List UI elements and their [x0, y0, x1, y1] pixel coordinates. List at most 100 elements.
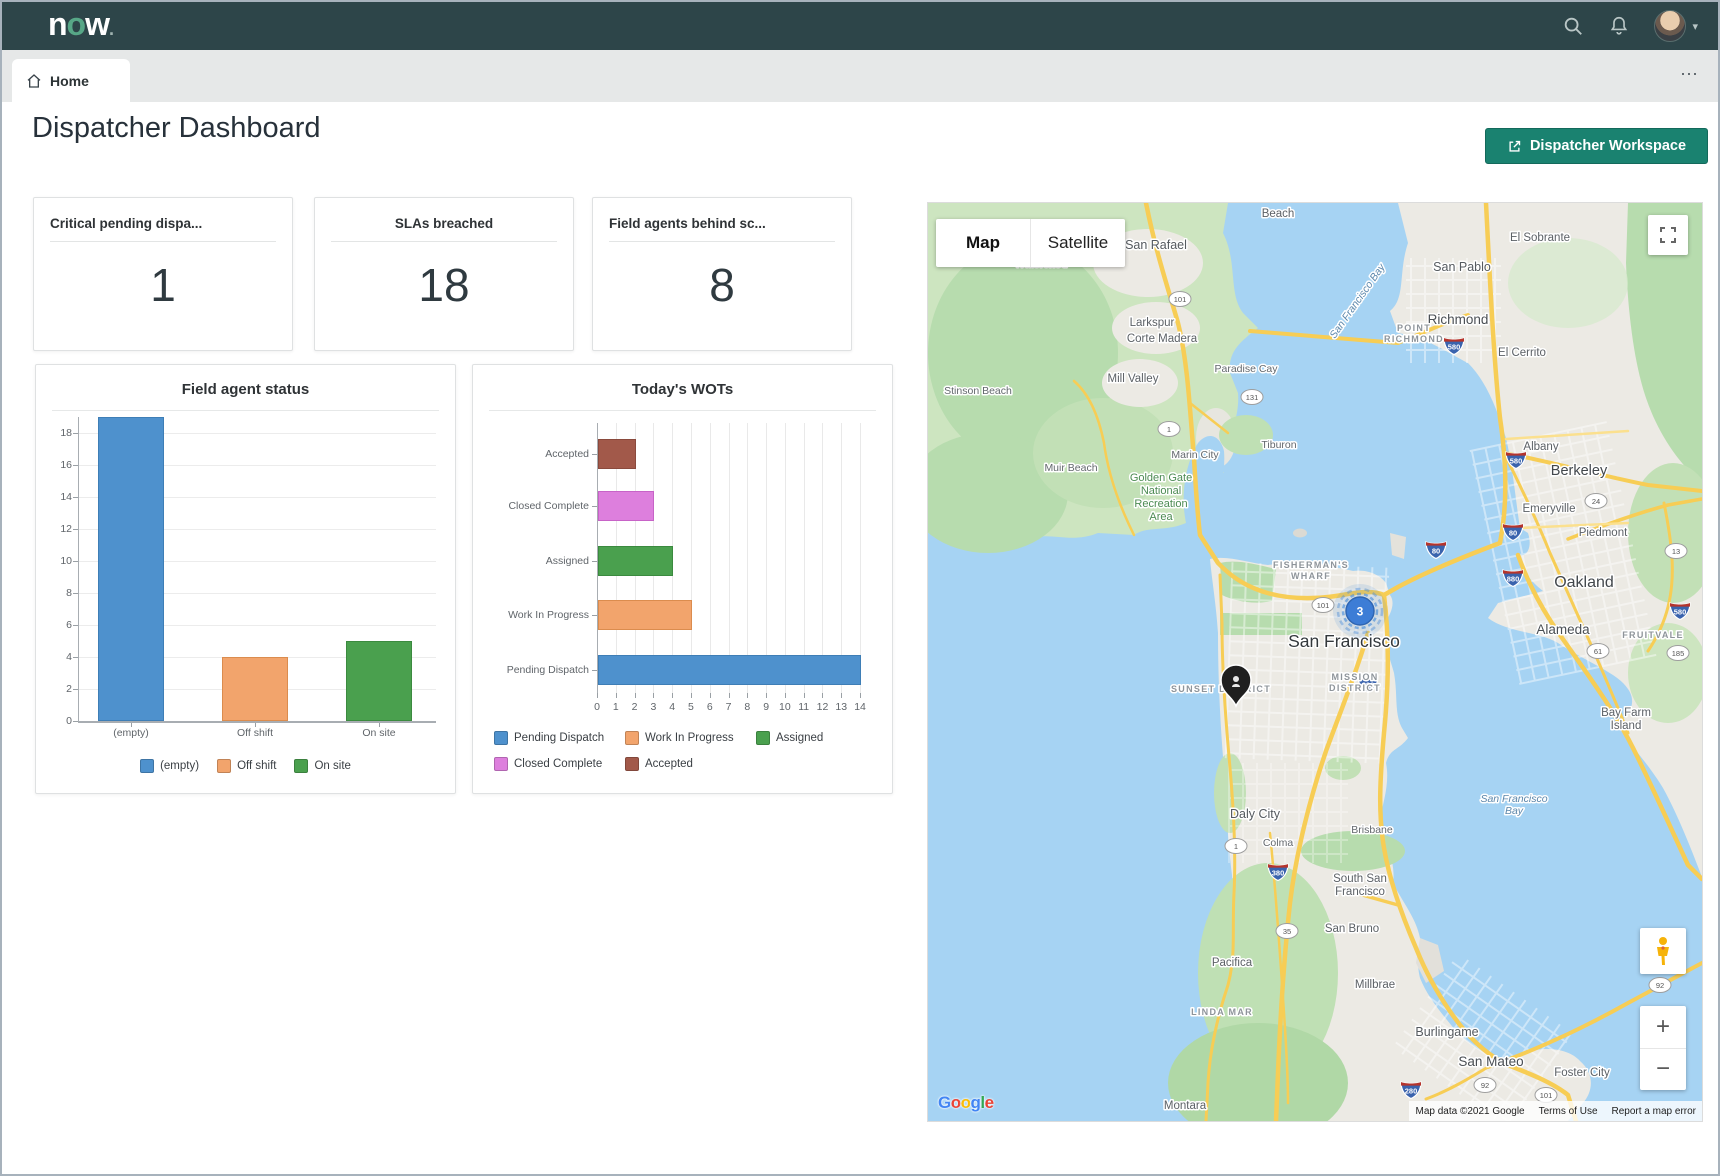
- svg-text:185: 185: [1672, 649, 1685, 658]
- tick-mark: [691, 693, 692, 698]
- map-label: Piedmont: [1579, 527, 1628, 539]
- legend-item-(empty)[interactable]: (empty): [140, 759, 199, 773]
- map-label: LINDA MAR: [1191, 1007, 1253, 1017]
- zoom-control: + −: [1640, 1006, 1686, 1090]
- chart-title: Today's WOTs: [473, 365, 892, 398]
- tick-mark: [616, 693, 617, 698]
- x-tick-label: 11: [796, 701, 812, 713]
- svg-text:580: 580: [1510, 457, 1523, 466]
- y-category-label: Pending Dispatch: [479, 664, 589, 676]
- pegman-control[interactable]: [1640, 928, 1686, 974]
- report-map-error-link[interactable]: Report a map error: [1612, 1106, 1696, 1117]
- terms-of-use-link[interactable]: Terms of Use: [1539, 1106, 1598, 1117]
- zoom-in-button[interactable]: +: [1640, 1006, 1686, 1049]
- legend-swatch: [625, 757, 639, 771]
- page-title: Dispatcher Dashboard: [32, 112, 321, 145]
- y-tick-label: 12: [36, 523, 72, 535]
- legend-item-Accepted[interactable]: Accepted: [625, 757, 756, 771]
- gridline: [710, 423, 711, 693]
- map-label: Larkspur: [1130, 317, 1175, 329]
- x-tick-label: On site: [326, 727, 432, 739]
- route-shield-101: 101: [1169, 292, 1191, 307]
- route-shield-92: 92: [1474, 1078, 1496, 1093]
- legend-item-Work In Progress[interactable]: Work In Progress: [625, 731, 756, 745]
- chart-legend: (empty) Off shift On site: [36, 759, 455, 773]
- route-shield-1: 1: [1225, 839, 1247, 854]
- y-tick-label: 14: [36, 491, 72, 503]
- y-tick-label: 18: [36, 427, 72, 439]
- tick-mark: [597, 693, 598, 698]
- bar-Assigned: [598, 546, 673, 576]
- home-icon: [26, 73, 42, 89]
- gridline: [860, 423, 861, 693]
- zoom-out-button[interactable]: −: [1640, 1049, 1686, 1091]
- bar-Accepted: [598, 439, 636, 469]
- map-label: MISSIONDISTRICT: [1329, 672, 1381, 693]
- map-label: San Bruno: [1325, 923, 1379, 935]
- map-label: Berkeley: [1551, 463, 1608, 479]
- dispatcher-workspace-button[interactable]: Dispatcher Workspace: [1485, 128, 1708, 164]
- kpi-field-agents-behind-schedule[interactable]: Field agents behind sc... 8: [592, 197, 852, 351]
- kpi-critical-pending-dispatch[interactable]: Critical pending dispa... 1: [33, 197, 293, 351]
- tick-mark: [841, 693, 842, 698]
- tab-overflow-button[interactable]: ⋯: [1680, 64, 1700, 85]
- cluster-marker[interactable]: 3: [1333, 584, 1387, 638]
- notifications-bell-icon[interactable]: [1608, 15, 1630, 37]
- svg-text:1: 1: [1167, 425, 1171, 434]
- legend-item-Closed Complete[interactable]: Closed Complete: [494, 757, 625, 771]
- svg-text:580: 580: [1674, 608, 1687, 617]
- x-tick-label: 0: [589, 701, 605, 713]
- legend-label: (empty): [160, 760, 199, 772]
- y-category-label: Assigned: [479, 555, 589, 567]
- map-type-map-button[interactable]: Map: [936, 219, 1030, 267]
- fullscreen-button[interactable]: [1648, 215, 1688, 255]
- servicenow-logo: now.: [48, 0, 113, 53]
- tick-mark: [592, 615, 597, 616]
- svg-text:24: 24: [1592, 497, 1600, 506]
- kpi-slas-breached[interactable]: SLAs breached 18: [314, 197, 574, 351]
- svg-text:35: 35: [1283, 927, 1291, 936]
- y-tick-label: 16: [36, 459, 72, 471]
- kpi-title: SLAs breached: [315, 198, 573, 231]
- map-label: Alameda: [1536, 622, 1590, 637]
- map-label: Richmond: [1428, 312, 1489, 327]
- avatar[interactable]: [1654, 10, 1686, 42]
- route-shield-13: 13: [1665, 544, 1687, 559]
- svg-text:92: 92: [1481, 1081, 1489, 1090]
- gridline: [729, 423, 730, 693]
- legend-item-Pending Dispatch[interactable]: Pending Dispatch: [494, 731, 625, 745]
- legend-swatch: [217, 759, 231, 773]
- legend-swatch: [494, 757, 508, 771]
- legend-label: Accepted: [645, 758, 693, 770]
- x-tick-label: 2: [627, 701, 643, 713]
- map-treasure-island: [1390, 533, 1406, 559]
- fullscreen-icon: [1660, 227, 1676, 243]
- map-data-credit: Map data ©2021 Google: [1415, 1106, 1524, 1117]
- x-tick-label: 4: [664, 701, 680, 713]
- route-shield-101: 101: [1312, 598, 1334, 613]
- legend-item-Off shift[interactable]: Off shift: [217, 759, 276, 773]
- x-tick-label: 1: [608, 701, 624, 713]
- legend-label: Assigned: [776, 732, 823, 744]
- search-icon[interactable]: [1562, 15, 1584, 37]
- bar-On site: [346, 641, 412, 721]
- dispatch-map[interactable]: 1015801131580248080138805801016118528013…: [927, 202, 1703, 1122]
- map-alcatraz: [1293, 529, 1307, 538]
- x-tick-label: 12: [814, 701, 830, 713]
- legend-label: Off shift: [237, 760, 276, 772]
- google-logo[interactable]: Google: [938, 1093, 994, 1113]
- user-menu[interactable]: ▾: [1654, 10, 1698, 42]
- map-label: Muir Beach: [1044, 462, 1097, 474]
- map-label: Albany: [1523, 441, 1558, 453]
- tab-home[interactable]: Home: [12, 59, 130, 102]
- svg-text:101: 101: [1317, 601, 1330, 610]
- tick-mark: [785, 693, 786, 698]
- legend-item-On site[interactable]: On site: [294, 759, 350, 773]
- chevron-down-icon: ▾: [1692, 20, 1698, 33]
- map-type-satellite-button[interactable]: Satellite: [1030, 219, 1125, 267]
- svg-text:1: 1: [1234, 842, 1238, 851]
- app-window: now. ▾ Home ⋯ Dispatcher Dashboard Dispa…: [0, 0, 1720, 1176]
- legend-item-Assigned[interactable]: Assigned: [756, 731, 887, 745]
- logo-n: n: [48, 6, 67, 42]
- route-shield-61: 61: [1587, 644, 1609, 659]
